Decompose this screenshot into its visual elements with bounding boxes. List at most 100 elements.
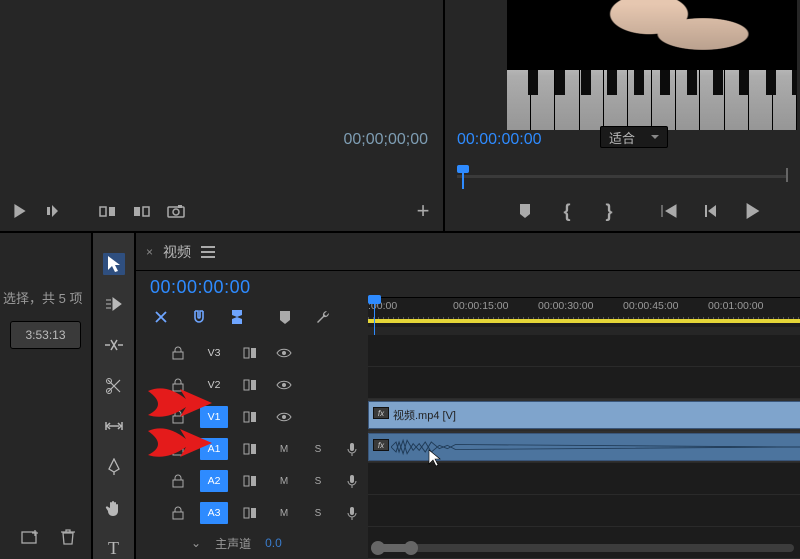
sync-lock-icon[interactable] (238, 406, 262, 428)
lock-icon[interactable] (166, 502, 190, 524)
master-label: 主声道 (215, 535, 251, 552)
timeline-tab-bar: × 视频 (136, 233, 800, 271)
work-area-bar[interactable] (368, 319, 800, 323)
play-icon[interactable] (10, 201, 30, 221)
track-label[interactable]: V3 (200, 342, 228, 364)
mute-button[interactable]: M (272, 502, 296, 524)
master-track-row[interactable]: ⌄ 主声道 0.0 (136, 530, 368, 556)
ruler-label: 00:00:30:00 (538, 300, 623, 312)
source-transport-bar: + (10, 201, 433, 221)
step-forward-icon[interactable] (44, 201, 64, 221)
selection-tool-icon[interactable] (103, 253, 125, 275)
lock-icon[interactable] (166, 438, 190, 460)
export-frame-icon[interactable] (166, 201, 186, 221)
timeline-options (150, 306, 354, 328)
ruler-label: 00:00:45:00 (623, 300, 708, 312)
add-marker-icon[interactable] (515, 201, 535, 221)
zoom-select-label: 适合 (609, 128, 635, 147)
add-marker-timeline-icon[interactable] (274, 306, 296, 328)
tools-panel: T (93, 233, 136, 559)
project-clip-thumb[interactable]: 3:53:13 (10, 321, 81, 349)
magnet-icon[interactable] (188, 306, 210, 328)
track-header-a3[interactable]: A3 M S (136, 498, 368, 528)
track-label[interactable]: A1 (200, 438, 228, 460)
step-back-icon[interactable] (701, 201, 721, 221)
play-icon[interactable] (743, 201, 763, 221)
program-viewer-thumbnail (507, 0, 797, 130)
solo-button[interactable]: S (306, 502, 330, 524)
source-timecode[interactable]: 00;00;00;00 (343, 131, 428, 149)
linked-selection-icon[interactable] (226, 306, 248, 328)
zoom-select[interactable]: 适合 (600, 126, 668, 148)
video-clip[interactable]: fx 视频.mp4 [V] (368, 401, 800, 429)
track-select-forward-tool-icon[interactable] (103, 294, 125, 316)
solo-button[interactable]: S (306, 470, 330, 492)
track-headers: V3 V2 V1 (136, 335, 368, 559)
track-lanes[interactable]: fx 视频.mp4 [V] fx (368, 335, 800, 559)
trash-icon[interactable] (58, 527, 78, 547)
track-label[interactable]: V1 (200, 406, 228, 428)
expand-master-icon[interactable]: ⌄ (191, 536, 201, 550)
slip-tool-icon[interactable] (103, 416, 125, 438)
goto-in-icon[interactable] (659, 201, 679, 221)
panel-menu-icon[interactable] (201, 246, 215, 258)
eye-icon[interactable] (272, 342, 296, 364)
solo-button[interactable]: S (306, 438, 330, 460)
track-label[interactable]: A2 (200, 470, 228, 492)
program-transport-bar: { } (515, 201, 790, 221)
sync-lock-icon[interactable] (238, 342, 262, 364)
sync-lock-icon[interactable] (238, 502, 262, 524)
add-button-icon[interactable]: + (413, 201, 433, 221)
playhead-icon[interactable] (457, 165, 469, 189)
mark-in-icon[interactable]: { (557, 201, 577, 221)
ripple-edit-tool-icon[interactable] (103, 334, 125, 356)
track-header-v3[interactable]: V3 (136, 338, 368, 368)
lock-icon[interactable] (166, 406, 190, 428)
timeline-zoom-scrollbar[interactable] (374, 544, 794, 556)
sync-lock-icon[interactable] (238, 470, 262, 492)
insert-clip-icon[interactable] (98, 201, 118, 221)
ruler-label: 00:00:15:00 (453, 300, 538, 312)
timeline-ruler-area[interactable]: :00:00 00:00:15:00 00:00:30:00 00:00:45:… (368, 271, 800, 335)
mute-button[interactable]: M (272, 470, 296, 492)
mute-button[interactable]: M (272, 438, 296, 460)
track-label[interactable]: A3 (200, 502, 228, 524)
track-header-a1[interactable]: A1 M S (136, 434, 368, 464)
voice-record-icon[interactable] (340, 502, 364, 524)
program-scrubber[interactable] (457, 165, 788, 183)
close-sequence-icon[interactable]: × (146, 245, 153, 259)
mark-out-icon[interactable]: } (599, 201, 619, 221)
track-header-v1[interactable]: V1 (136, 402, 368, 432)
lock-icon[interactable] (166, 342, 190, 364)
overwrite-clip-icon[interactable] (132, 201, 152, 221)
hand-tool-icon[interactable] (103, 497, 125, 519)
settings-wrench-icon[interactable] (312, 306, 334, 328)
eye-icon[interactable] (272, 406, 296, 428)
track-label[interactable]: V2 (200, 374, 228, 396)
master-value[interactable]: 0.0 (265, 536, 282, 550)
timeline-timecode[interactable]: 00:00:00:00 (150, 277, 354, 298)
fx-badge-icon: fx (373, 407, 389, 419)
sequence-name: 视频 (163, 242, 191, 262)
sequence-tab[interactable]: × 视频 (146, 242, 215, 262)
track-header-v2[interactable]: V2 (136, 370, 368, 400)
fx-badge-icon: fx (373, 439, 389, 451)
program-timecode[interactable]: 00:00:00:00 (457, 131, 542, 149)
eye-icon[interactable] (272, 374, 296, 396)
type-tool-icon[interactable]: T (103, 537, 125, 559)
lock-icon[interactable] (166, 470, 190, 492)
sync-lock-icon[interactable] (238, 438, 262, 460)
new-bin-icon[interactable] (20, 527, 40, 547)
voice-record-icon[interactable] (340, 438, 364, 460)
sync-lock-icon[interactable] (238, 374, 262, 396)
lock-icon[interactable] (166, 374, 190, 396)
voice-record-icon[interactable] (340, 470, 364, 492)
audio-clip[interactable]: fx (368, 433, 800, 461)
pen-tool-icon[interactable] (103, 456, 125, 478)
source-monitor-panel: 00;00;00;00 + (0, 0, 445, 231)
timeline-panel: × 视频 00:00:00:00 (136, 233, 800, 559)
track-header-a2[interactable]: A2 M S (136, 466, 368, 496)
snap-icon[interactable] (150, 306, 172, 328)
razor-tool-icon[interactable] (103, 375, 125, 397)
ruler-label: 00:01:00:00 (708, 300, 793, 312)
